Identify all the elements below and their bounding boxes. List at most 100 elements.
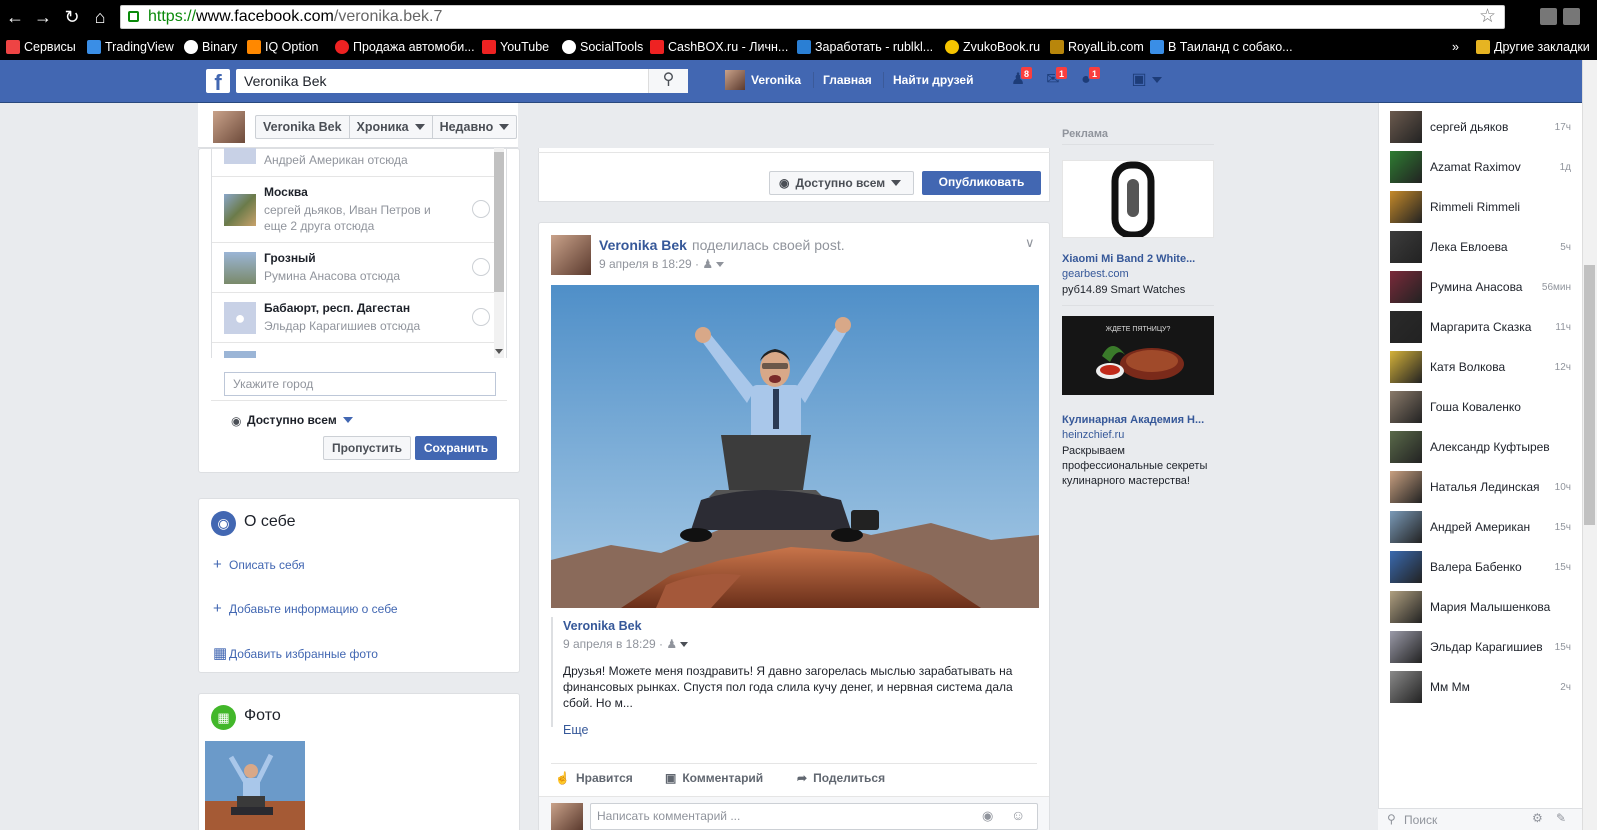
publish-button[interactable]: Опубликовать — [922, 171, 1041, 195]
bookmark-item[interactable]: RoyalLib.com — [1050, 34, 1144, 60]
timeline-button[interactable]: Хроника — [350, 116, 433, 138]
bookmark-item[interactable]: YouTube — [482, 34, 549, 60]
chat-contact[interactable]: Гоша Коваленко — [1390, 391, 1575, 423]
menu-icon[interactable] — [1563, 8, 1580, 25]
address-bar[interactable]: https://www.facebook.com/veronika.bek.7 … — [120, 5, 1505, 29]
facebook-logo-icon[interactable]: f — [206, 69, 230, 93]
chat-contact[interactable]: Лека Евлоева 5ч — [1390, 231, 1575, 263]
bookmark-item[interactable]: IQ Option — [247, 34, 319, 60]
chat-contact[interactable]: Маргарита Сказка 11ч — [1390, 311, 1575, 343]
extension-icon[interactable] — [1540, 8, 1557, 25]
post-privacy-selector[interactable]: ◉ Доступно всем — [769, 171, 914, 195]
city-input[interactable]: Укажите город — [224, 372, 496, 396]
post-author-avatar[interactable] — [551, 235, 591, 275]
ad-image-fitness-band[interactable] — [1062, 160, 1214, 239]
bookmark-item[interactable]: TradingView — [87, 34, 174, 60]
forward-icon[interactable]: → — [32, 7, 54, 27]
shared-post-timestamp[interactable]: 9 апреля в 18:29 · ♟ — [563, 637, 689, 651]
account-menu-chevron-icon[interactable] — [1152, 77, 1162, 83]
privacy-shortcuts-icon[interactable]: ▣ — [1128, 70, 1150, 90]
new-message-icon[interactable]: ✎ — [1556, 811, 1566, 825]
ad-domain[interactable]: heinzchief.ru — [1062, 429, 1124, 441]
share-button[interactable]: ➦ Поделиться — [797, 771, 885, 785]
bookmark-star-icon[interactable]: ☆ — [1479, 6, 1496, 28]
bookmark-label: SocialTools — [580, 40, 644, 54]
city-row[interactable]: ● Бабаюрт, респ. Дагестан Эльдар Карагиш… — [212, 293, 496, 343]
city-radio[interactable] — [472, 258, 490, 276]
search-icon[interactable]: ⚲ — [648, 69, 688, 93]
describe-yourself-link[interactable]: + Описать себя — [213, 556, 305, 573]
post-author[interactable]: Veronika Bek — [599, 237, 687, 253]
home-icon[interactable]: ⌂ — [89, 7, 111, 27]
add-featured-photos-link[interactable]: ▦ Добавить избранные фото — [213, 644, 378, 662]
ad-title[interactable]: Кулинарная Академия Н... — [1062, 414, 1214, 426]
photo-thumbnail[interactable] — [205, 741, 305, 830]
see-more-link[interactable]: Еще — [563, 723, 588, 737]
save-button[interactable]: Сохранить — [415, 436, 497, 460]
city-row[interactable]: Андрей Американ отсюда — [212, 148, 496, 177]
camera-icon[interactable]: ◉ — [982, 808, 993, 824]
chat-contact[interactable]: Александр Куфтырев — [1390, 431, 1575, 463]
city-radio[interactable] — [472, 200, 490, 218]
add-info-link[interactable]: + Добавьте информацию о себе — [213, 600, 398, 617]
city-list-scroll-thumb[interactable] — [494, 152, 504, 292]
shared-post-author[interactable]: Veronika Bek — [563, 619, 642, 633]
chat-contact[interactable]: Эльдар Карагишиев 15ч — [1390, 631, 1575, 663]
find-friends-link[interactable]: Найти друзей — [893, 60, 973, 103]
chat-contact[interactable]: Андрей Американ 15ч — [1390, 511, 1575, 543]
comment-input[interactable]: Написать комментарий ... — [590, 803, 1038, 830]
bookmark-item[interactable]: ZvukoBook.ru — [945, 34, 1040, 60]
profile-avatar[interactable] — [725, 70, 745, 90]
chat-contact[interactable]: Наталья Лединская 10ч — [1390, 471, 1575, 503]
bookmark-item[interactable]: Binary — [184, 34, 237, 60]
bookmark-item[interactable]: Заработать - rublkl... — [797, 34, 933, 60]
bookmark-item[interactable]: В Таиланд с собако... — [1150, 34, 1293, 60]
like-button[interactable]: ☝ Нравится — [555, 771, 633, 785]
home-link[interactable]: Главная — [823, 60, 872, 103]
chat-contact[interactable]: сергей дьяков 17ч — [1390, 111, 1575, 143]
profile-link[interactable]: Veronika — [751, 60, 801, 103]
city-row[interactable]: Грозный Румина Анасова отсюда — [212, 243, 496, 293]
bookmark-item[interactable]: CashBOX.ru - Личн... — [650, 34, 788, 60]
city-privacy-selector[interactable]: Доступно всем — [247, 413, 353, 427]
timeline-name-button[interactable]: Veronika Bek — [256, 116, 350, 138]
comment-button[interactable]: ▣ Комментарий — [665, 771, 763, 785]
reload-icon[interactable]: ↻ — [61, 7, 83, 27]
bookmark-item[interactable]: Продажа автомоби... — [335, 34, 475, 60]
globe-icon: ◉ — [231, 414, 242, 428]
chat-contact[interactable]: Rimmeli Rimmeli — [1390, 191, 1575, 223]
link-label: Добавить избранные фото — [229, 647, 378, 661]
ad-domain[interactable]: gearbest.com — [1062, 268, 1129, 280]
bookmarks-overflow[interactable]: » — [1452, 34, 1459, 60]
chat-contact[interactable]: Azamat Raximov 1д — [1390, 151, 1575, 183]
post-options-chevron-icon[interactable]: ∨ — [1025, 235, 1035, 251]
search-input[interactable]: Veronika Bek — [236, 69, 688, 93]
other-bookmarks[interactable]: Другие закладки — [1476, 34, 1590, 60]
bookmark-item[interactable]: SocialTools — [562, 34, 643, 60]
chevron-down-icon[interactable] — [716, 262, 725, 267]
recent-button[interactable]: Недавно — [433, 116, 517, 138]
timeline-avatar[interactable] — [213, 111, 245, 143]
chat-contact[interactable]: Мм Мм 2ч — [1390, 671, 1575, 703]
chat-contact[interactable]: Катя Волкова 12ч — [1390, 351, 1575, 383]
back-icon[interactable]: ← — [4, 7, 26, 27]
scroll-down-icon[interactable] — [495, 349, 503, 354]
chevron-down-icon[interactable] — [680, 642, 689, 647]
skip-button[interactable]: Пропустить — [323, 436, 411, 460]
chat-contact[interactable]: Валера Бабенко 15ч — [1390, 551, 1575, 583]
chat-search-input[interactable]: Поиск — [1378, 808, 1582, 830]
bookmark-item[interactable]: Сервисы — [6, 34, 76, 60]
chat-contact[interactable]: Румина Анасова 56мин — [1390, 271, 1575, 303]
page-scroll-thumb[interactable] — [1584, 265, 1595, 525]
about-title: О себе — [244, 513, 296, 530]
city-radio[interactable] — [472, 308, 490, 326]
chat-contact[interactable]: Мария Малышенкова — [1390, 591, 1575, 623]
ad-image-steak[interactable]: ЖДЕТЕ ПЯТНИЦУ? — [1062, 316, 1214, 395]
city-row[interactable]: Москва сергей дьяков, Иван Петров и еще … — [212, 177, 496, 243]
city-row[interactable] — [212, 343, 496, 358]
emoji-icon[interactable]: ☺ — [1011, 807, 1025, 823]
post-image[interactable] — [551, 285, 1039, 608]
gear-icon[interactable]: ⚙ — [1532, 811, 1543, 825]
ad-title[interactable]: Xiaomi Mi Band 2 White... — [1062, 253, 1214, 265]
post-timestamp[interactable]: 9 апреля в 18:29 · ♟ — [599, 257, 725, 271]
